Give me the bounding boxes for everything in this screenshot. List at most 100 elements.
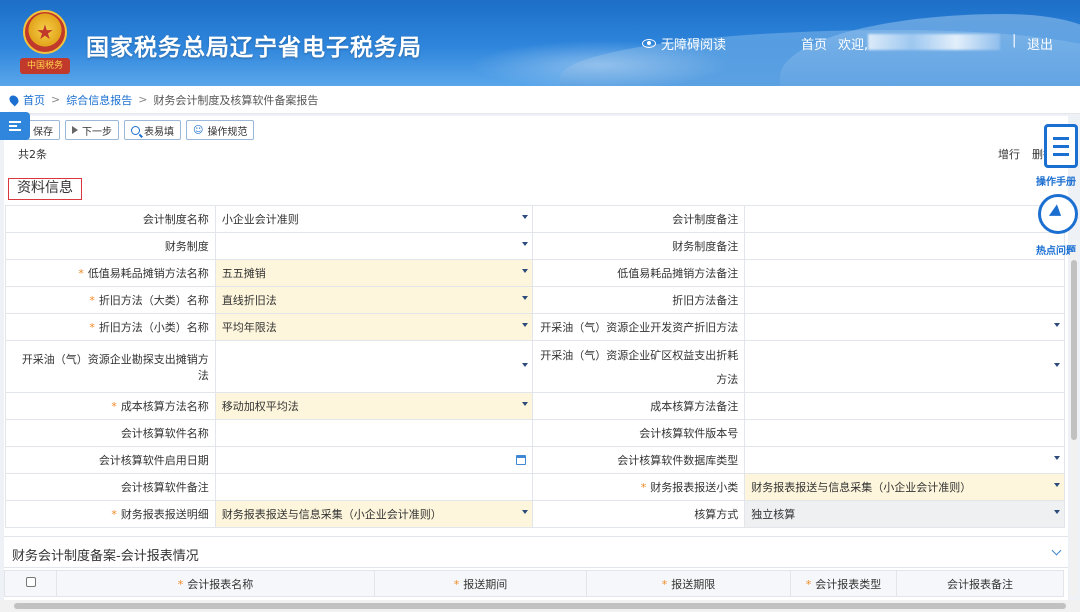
software-version-input[interactable] [744,419,1065,447]
toolbar: 保存 下一步 表易填 ☺ 操作规范 [8,120,255,140]
form-row: 会计核算软件备注 * 财务报表报送小类 财务报表报送与信息采集（小企业会计准则） [5,473,1065,501]
accessibility-label: 无障碍阅读 [661,38,727,53]
section-report-header[interactable]: 财务会计制度备案-会计报表情况 [4,536,1068,568]
dropdown-arrow-icon [1054,456,1060,460]
add-row-button[interactable]: 增行 [998,146,1020,162]
finance-system-select[interactable] [214,232,534,260]
breadcrumb-separator: > [51,93,61,106]
form-row: * 低值易耗品摊销方法名称 五五摊销 低值易耗品摊销方法备注 [5,259,1065,287]
cost-accounting-remark-input[interactable] [744,392,1065,420]
dropdown-arrow-icon [522,402,529,406]
field-label: 会计核算软件名称 [5,419,216,447]
dropdown-arrow-icon [522,362,529,367]
field-label: 核算方式 [532,500,746,528]
cursor-click-icon[interactable] [1038,194,1078,234]
field-label: 财务制度备注 [532,232,746,260]
report-table-header: * 会计报表名称 * 报送期间 * 报送期限 * 会计报表类型 会计报表备注 [4,570,1064,597]
dropdown-arrow-icon [1054,483,1060,487]
record-count: 共2条 [18,148,47,161]
username-redacted [868,34,1000,50]
accounting-system-remark-input[interactable] [744,205,1065,233]
report-detail-select[interactable]: 财务报表报送与信息采集（小企业会计准则） [214,500,534,528]
required-mark: * [661,577,668,591]
column-header-text: 报送期间 [463,577,508,591]
breadcrumb-level1[interactable]: 综合信息报告 [66,92,132,108]
field-label-line1: 开采油（气）资源企业矿区权益支出折耗 [540,348,739,362]
next-step-button[interactable]: 下一步 [65,120,119,140]
cost-accounting-select[interactable]: 移动加权平均法 [214,392,534,420]
field-label: 开采油（气）资源企业矿区权益支出折耗 方法 [532,340,746,393]
column-header: 会计报表备注 [896,570,1064,597]
operation-guide-button[interactable]: ☺ 操作规范 [186,120,255,140]
table-header-row: * 会计报表名称 * 报送期间 * 报送期限 * 会计报表类型 会计报表备注 [4,570,1064,597]
field-label: 成本核算方法备注 [532,392,746,420]
header-home-link[interactable]: 首页 [801,34,827,53]
oil-gas-mining-depletion-select[interactable] [744,340,1065,393]
operation-manual-label[interactable]: 操作手册 [1036,173,1076,188]
field-label: 会计制度备注 [532,205,746,233]
accounting-mode-select[interactable]: 独立核算 [744,500,1065,528]
form-fill-label: 表易填 [144,126,174,138]
software-db-type-select[interactable] [744,446,1065,474]
form-row: 开采油（气）资源企业勘探支出摊销方法 开采油（气）资源企业矿区权益支出折耗 方法 [5,340,1065,393]
form-fill-button[interactable]: 表易填 [124,120,181,140]
dropdown-arrow-icon [522,242,529,246]
field-label: 会计核算软件版本号 [532,419,746,447]
vertical-scrollbar[interactable] [1070,252,1078,596]
field-label: * 折旧方法（大类）名称 [5,286,216,314]
finance-system-remark-input[interactable] [744,232,1065,260]
chevron-down-icon[interactable] [1051,545,1062,556]
depreciation-remark-input[interactable] [744,286,1065,314]
horizontal-scroll-thumb[interactable] [14,603,1066,609]
column-header: * 会计报表名称 [56,570,375,597]
select-all-cell[interactable] [4,570,57,597]
field-value: 平均年限法 [221,321,277,334]
form-row: 会计核算软件启用日期 会计核算软件数据库类型 [5,446,1065,474]
menu-icon [9,121,21,131]
field-value: 五五摊销 [221,267,266,280]
column-header: * 会计报表类型 [790,570,897,597]
field-label: 低值易耗品摊销方法备注 [532,259,746,287]
play-icon [72,126,78,134]
oil-gas-exploration-amortization-select[interactable] [214,340,534,393]
location-pin-icon [7,93,21,106]
calendar-icon[interactable] [516,455,527,465]
depreciation-minor-select[interactable]: 平均年限法 [214,313,534,341]
column-header-text: 会计报表名称 [187,577,254,591]
field-label-text: 财务报表报送小类 [650,481,739,494]
breadcrumb-current: 财务会计制度及核算软件备案报告 [153,93,319,107]
horizontal-scrollbar[interactable] [0,600,1080,612]
software-start-date-picker[interactable] [214,446,534,474]
field-value: 独立核算 [751,508,796,521]
software-name-input[interactable] [214,419,534,447]
side-menu-toggle[interactable] [0,112,30,140]
low-value-amortization-remark-input[interactable] [744,259,1065,287]
next-step-label: 下一步 [82,126,112,138]
vertical-scroll-thumb[interactable] [1071,260,1077,440]
document-icon [1044,124,1078,168]
accounting-system-select[interactable]: 小企业会计准则 [214,205,534,233]
select-all-checkbox[interactable] [25,577,36,587]
accessibility-link[interactable]: 无障碍阅读 [642,34,726,53]
required-mark: * [640,481,647,494]
form-row: * 成本核算方法名称 移动加权平均法 成本核算方法备注 [5,392,1065,420]
column-header-text: 会计报表类型 [815,577,882,591]
dropdown-arrow-icon [1054,323,1060,327]
breadcrumb-home[interactable]: 首页 [23,92,45,108]
low-value-amortization-select[interactable]: 五五摊销 [214,259,534,287]
report-subtype-select[interactable]: 财务报表报送与信息采集（小企业会计准则） [744,473,1065,501]
site-title: 国家税务总局辽宁省电子税务局 [86,35,422,61]
emblem-ribbon: 中国税务 [20,58,70,74]
field-label: * 低值易耗品摊销方法名称 [5,259,216,287]
required-mark: * [89,321,95,334]
logout-link[interactable]: 退出 [1027,34,1053,53]
depreciation-major-select[interactable]: 直线折旧法 [214,286,534,314]
tax-emblem-logo: 中国税务 [20,10,70,76]
form-row: * 财务报表报送明细 财务报表报送与信息采集（小企业会计准则） 核算方式 独立核算 [5,500,1065,528]
field-label: 开采油（气）资源企业开发资产折旧方法 [532,313,746,341]
oil-gas-dev-depreciation-select[interactable] [744,313,1065,341]
field-label-text: 折旧方法（大类）名称 [98,294,209,307]
dropdown-arrow-icon [522,296,529,300]
software-remark-input[interactable] [214,473,534,501]
form-row: 会计核算软件名称 会计核算软件版本号 [5,419,1065,447]
